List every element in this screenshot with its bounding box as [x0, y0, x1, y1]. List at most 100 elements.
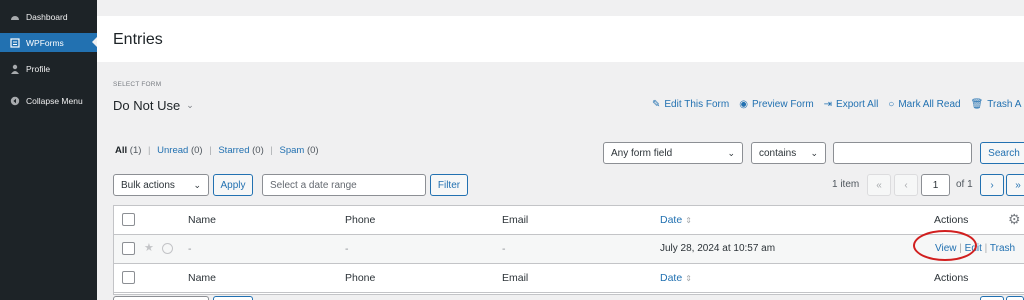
- filter-button[interactable]: Filter: [430, 174, 468, 196]
- read-status-icon[interactable]: [162, 243, 173, 254]
- search-field-select[interactable]: Any form field ⌄: [603, 142, 743, 164]
- select-all-checkbox-footer[interactable]: [122, 271, 135, 284]
- apply-button[interactable]: Apply: [213, 174, 253, 196]
- edit-form-label: Edit This Form: [664, 99, 730, 110]
- column-header-name: Name: [188, 214, 217, 226]
- date-range-input[interactable]: Select a date range: [262, 174, 426, 196]
- filter-unread[interactable]: Unread: [157, 145, 188, 156]
- apply-button-bottom[interactable]: [213, 296, 253, 300]
- collapse-icon: [9, 95, 20, 106]
- sidebar-item-label: WPForms: [26, 37, 64, 48]
- filter-spam[interactable]: Spam: [280, 145, 305, 156]
- column-footer-phone: Phone: [345, 272, 376, 284]
- sort-icon: ⇕: [685, 274, 692, 283]
- table-row: ★ - - - July 28, 2024 at 10:57 am View |…: [114, 235, 1024, 264]
- entry-phone: -: [345, 243, 349, 255]
- trash-entry-link[interactable]: Trash: [990, 243, 1015, 254]
- star-icon[interactable]: ★: [144, 241, 154, 254]
- entry-name: -: [188, 243, 192, 255]
- sidebar-item-dashboard[interactable]: Dashboard: [0, 7, 97, 26]
- filter-separator: |: [270, 145, 273, 156]
- filter-spam-count: (0): [306, 145, 319, 156]
- filter-unread-count: (0): [190, 145, 203, 156]
- eye-icon: ◉: [739, 99, 748, 110]
- entry-date: July 28, 2024 at 10:57 am: [660, 243, 776, 254]
- date-range-placeholder: Select a date range: [270, 179, 357, 191]
- row-checkbox[interactable]: [122, 242, 135, 255]
- sort-icon: ⇕: [685, 216, 692, 225]
- chevron-down-icon: ⌄: [727, 147, 735, 158]
- comparison-value: contains: [759, 147, 797, 159]
- items-count: 1 item: [832, 179, 860, 190]
- date-header-label: Date: [660, 214, 683, 226]
- first-page-button[interactable]: «: [867, 174, 891, 196]
- trash-all-link[interactable]: 🗑 Trash A: [971, 99, 1022, 110]
- chevron-down-icon: ⌄: [186, 100, 194, 110]
- circle-icon: ○: [888, 99, 895, 110]
- forms-icon: [9, 37, 20, 48]
- filter-starred-count: (0): [252, 145, 264, 156]
- chevron-down-icon: ⌄: [193, 179, 201, 190]
- filter-all-count: (1): [129, 145, 142, 156]
- column-header-email: Email: [502, 214, 529, 226]
- last-page-button-bottom[interactable]: [1006, 296, 1024, 300]
- bulk-actions-value: Bulk actions: [121, 179, 175, 191]
- bulk-actions-select-bottom[interactable]: [113, 296, 209, 300]
- prev-page-button[interactable]: ‹: [894, 174, 918, 196]
- total-pages: of 1: [956, 179, 973, 190]
- sidebar-item-label: Collapse Menu: [26, 95, 83, 106]
- column-footer-email: Email: [502, 272, 529, 284]
- export-all-link[interactable]: ⇥ Export All: [824, 99, 879, 110]
- select-all-checkbox[interactable]: [122, 213, 135, 226]
- trash-icon: 🗑: [970, 99, 984, 110]
- edit-form-link[interactable]: ✎ Edit This Form: [652, 99, 729, 110]
- column-footer-actions: Actions: [934, 272, 969, 284]
- table-footer: Name Phone Email Date ⇕ Actions: [114, 264, 1024, 293]
- next-page-button[interactable]: ›: [980, 174, 1004, 196]
- dashboard-icon: [9, 11, 20, 22]
- filter-all[interactable]: All: [115, 145, 127, 156]
- chevron-down-icon: ⌄: [810, 147, 818, 158]
- sidebar-item-label: Dashboard: [26, 11, 68, 22]
- trash-all-label: Trash A: [987, 99, 1022, 110]
- page-title: Entries: [113, 31, 163, 48]
- mark-all-read-label: Mark All Read: [898, 99, 961, 110]
- form-actions: ✎ Edit This Form ◉ Preview Form ⇥ Export Al…: [652, 99, 1024, 110]
- last-page-button[interactable]: »: [1006, 174, 1024, 196]
- gear-icon[interactable]: ⚙: [1008, 211, 1021, 228]
- mark-all-read-link[interactable]: ○ Mark All Read: [888, 99, 960, 110]
- filter-starred[interactable]: Starred: [218, 145, 249, 156]
- current-page-value: 1: [932, 179, 939, 191]
- column-footer-name: Name: [188, 272, 217, 284]
- page-header: Entries: [97, 16, 1024, 62]
- bulk-actions-select[interactable]: Bulk actions ⌄: [113, 174, 209, 196]
- filter-separator: |: [209, 145, 212, 156]
- sidebar-item-profile[interactable]: Profile: [0, 59, 97, 78]
- table-header: Name Phone Email Date ⇕ Actions ⚙: [114, 206, 1024, 235]
- column-header-date[interactable]: Date ⇕: [660, 214, 692, 226]
- status-filters: All (1) | Unread (0) | Starred (0) | Spa…: [115, 145, 319, 156]
- column-header-phone: Phone: [345, 214, 376, 226]
- sidebar-item-collapse[interactable]: Collapse Menu: [0, 91, 97, 110]
- user-icon: [9, 63, 20, 74]
- search-button[interactable]: Search: [980, 142, 1024, 164]
- column-header-actions: Actions: [934, 214, 969, 226]
- entries-table: Name Phone Email Date ⇕ Actions ⚙ ★ - - -…: [113, 205, 1024, 295]
- form-selector-value: Do Not Use: [113, 98, 181, 113]
- filter-separator: |: [148, 145, 151, 156]
- current-page-input[interactable]: 1: [921, 174, 950, 196]
- date-footer-label: Date: [660, 272, 683, 284]
- sidebar-item-label: Profile: [26, 63, 51, 74]
- search-input[interactable]: [833, 142, 972, 164]
- entry-email: -: [502, 243, 506, 255]
- pencil-icon: ✎: [652, 99, 661, 110]
- preview-form-label: Preview Form: [751, 99, 814, 110]
- next-page-button-bottom[interactable]: [980, 296, 1004, 300]
- form-selector[interactable]: Do Not Use ⌄: [113, 98, 194, 113]
- preview-form-link[interactable]: ◉ Preview Form: [739, 99, 813, 110]
- select-form-label: SELECT FORM: [113, 81, 162, 88]
- export-all-label: Export All: [836, 99, 879, 110]
- column-footer-date[interactable]: Date ⇕: [660, 272, 692, 284]
- sidebar-item-wpforms[interactable]: WPForms: [0, 33, 97, 52]
- comparison-select[interactable]: contains ⌄: [751, 142, 826, 164]
